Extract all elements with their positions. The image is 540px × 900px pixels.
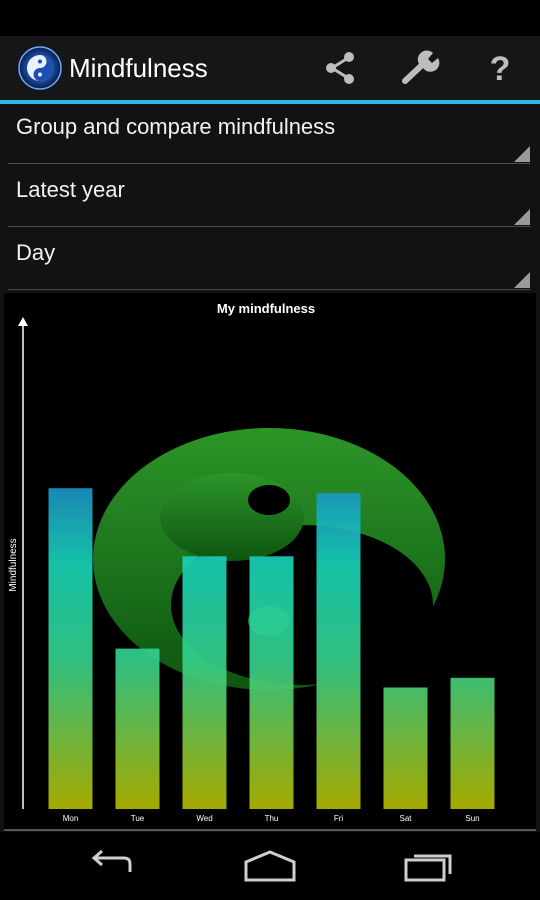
x-tick-label: Sun — [465, 814, 479, 823]
action-bar: Mindfulness ? — [0, 36, 540, 104]
x-tick-label: Thu — [265, 814, 279, 823]
share-icon[interactable] — [320, 50, 360, 86]
home-icon[interactable] — [240, 846, 300, 886]
wrench-icon[interactable] — [401, 50, 441, 86]
chart-canvas: My mindfulness Mindfulness Mon Tue Wed Thu F… — [8, 301, 495, 823]
period-spinner[interactable]: Latest year — [8, 165, 530, 227]
navigation-bar — [0, 832, 540, 900]
dropdown-caret-icon — [514, 209, 530, 225]
yin-yang-icon[interactable] — [18, 46, 62, 90]
divider — [8, 289, 530, 290]
bar-mon — [48, 488, 93, 809]
x-tick-label: Wed — [196, 814, 212, 823]
x-tick-label: Tue — [131, 814, 145, 823]
divider — [8, 163, 530, 164]
bar-tue — [115, 648, 160, 809]
y-axis — [18, 317, 28, 809]
group-compare-spinner[interactable]: Group and compare mindfulness — [8, 102, 530, 164]
divider — [8, 226, 530, 227]
chart-title: My mindfulness — [217, 301, 315, 316]
recent-apps-icon[interactable] — [398, 846, 458, 886]
axis-arrow-icon — [18, 317, 28, 326]
mindfulness-chart: My mindfulness Mindfulness Mon Tue Wed Thu F… — [4, 293, 536, 831]
spinner-label: Group and compare mindfulness — [16, 114, 336, 139]
bar-sun — [450, 677, 495, 809]
spinner-label: Latest year — [16, 177, 125, 202]
bar-sat — [383, 687, 428, 809]
bar-wed — [182, 556, 227, 809]
x-tick-label: Fri — [334, 814, 344, 823]
help-icon[interactable]: ? — [480, 50, 520, 88]
x-tick-label: Sat — [399, 814, 412, 823]
y-axis-label: Mindfulness — [8, 538, 19, 591]
x-tick-label: Mon — [63, 814, 79, 823]
bar-fri — [316, 493, 361, 809]
grouping-spinner[interactable]: Day — [8, 228, 530, 290]
dropdown-caret-icon — [514, 272, 530, 288]
x-tick-labels: Mon Tue Wed Thu Fri Sat Sun — [63, 814, 480, 823]
dropdown-caret-icon — [514, 146, 530, 162]
status-bar — [0, 0, 540, 36]
app-title: Mindfulness — [69, 53, 208, 83]
bar-thu — [249, 556, 294, 809]
svg-text:?: ? — [490, 50, 511, 86]
spinner-label: Day — [16, 240, 56, 265]
back-icon[interactable] — [82, 846, 142, 886]
